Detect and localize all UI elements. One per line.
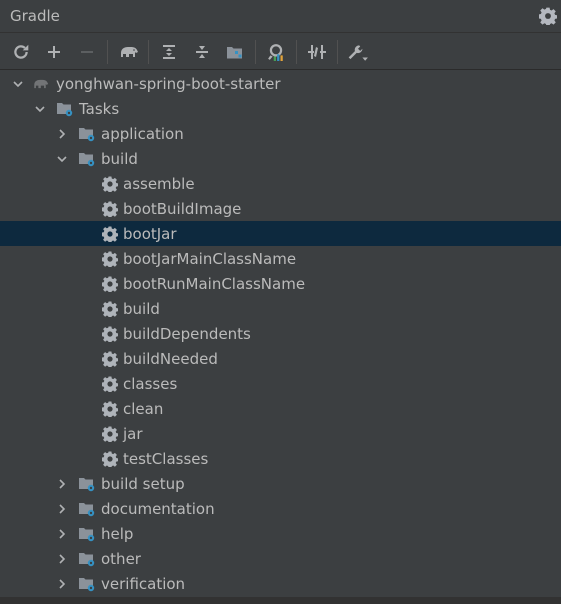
tree-node-task[interactable]: bootRunMainClassName	[0, 271, 561, 296]
gear-icon	[101, 275, 119, 293]
group-label: build setup	[101, 474, 185, 493]
gear-icon	[101, 450, 119, 468]
group-label: other	[101, 549, 141, 568]
group-label: build	[101, 149, 138, 168]
tool-window-header: Gradle	[0, 0, 561, 33]
minus-icon[interactable]	[74, 39, 100, 65]
task-label: testClasses	[123, 449, 209, 468]
tree-node-task[interactable]: clean	[0, 396, 561, 421]
chevron-right-icon[interactable]	[55, 552, 69, 566]
task-label: bootJar	[123, 224, 177, 243]
expand-all-icon[interactable]	[156, 39, 182, 65]
chevron-down-icon[interactable]	[55, 152, 69, 166]
toolbar-separator	[337, 39, 338, 64]
task-label: buildNeeded	[123, 349, 218, 368]
group-label: documentation	[101, 499, 215, 518]
tree-node-tasks[interactable]: Tasks	[0, 96, 561, 121]
chevron-right-icon[interactable]	[55, 502, 69, 516]
group-label: help	[101, 524, 134, 543]
tree-node-group[interactable]: verification	[0, 571, 561, 596]
chevron-right-icon[interactable]	[55, 477, 69, 491]
task-label: bootJarMainClassName	[123, 249, 297, 268]
task-label: classes	[123, 374, 178, 393]
tree-node-task[interactable]: bootBuildImage	[0, 196, 561, 221]
gear-icon	[101, 200, 119, 218]
gear-icon	[101, 400, 119, 418]
task-folder-icon	[78, 525, 96, 543]
task-folder-icon	[56, 100, 74, 118]
tree-node-group[interactable]: build setup	[0, 471, 561, 496]
gear-icon	[101, 425, 119, 443]
wrench-icon[interactable]	[345, 39, 371, 65]
analyze-icon[interactable]	[263, 39, 289, 65]
task-label: bootBuildImage	[123, 199, 242, 218]
offline-icon[interactable]	[304, 39, 330, 65]
group-label: application	[101, 124, 184, 143]
task-folder-icon	[78, 575, 96, 593]
tree-node-task[interactable]: classes	[0, 371, 561, 396]
tree-node-task[interactable]: jar	[0, 421, 561, 446]
gear-icon	[101, 225, 119, 243]
task-label: clean	[123, 399, 164, 418]
tree-node-task[interactable]: buildNeeded	[0, 346, 561, 371]
task-label: build	[123, 299, 160, 318]
gear-icon	[101, 300, 119, 318]
toolbar-separator	[107, 39, 108, 64]
gear-icon	[101, 175, 119, 193]
tool-window-title: Gradle	[10, 7, 60, 25]
gear-icon	[101, 350, 119, 368]
collapse-all-icon[interactable]	[189, 39, 215, 65]
tree-node-task-selected[interactable]: bootJar	[0, 221, 561, 246]
gear-icon	[101, 325, 119, 343]
task-label: bootRunMainClassName	[123, 274, 306, 293]
task-folder-icon	[78, 550, 96, 568]
settings-gear-icon[interactable]	[539, 7, 557, 25]
task-folder-icon	[78, 500, 96, 518]
tree-node-task[interactable]: assemble	[0, 171, 561, 196]
chevron-down-icon[interactable]	[33, 102, 47, 116]
gradle-tree: yonghwan-spring-boot-starter Tasks appli…	[0, 71, 561, 596]
toolbar-separator	[148, 39, 149, 64]
task-folder-icon	[78, 125, 96, 143]
gradle-elephant-icon	[31, 75, 49, 93]
plus-icon[interactable]	[41, 39, 67, 65]
gear-icon	[101, 375, 119, 393]
toolbar-separator	[296, 39, 297, 64]
tree-node-task[interactable]: bootJarMainClassName	[0, 246, 561, 271]
task-label: buildDependents	[123, 324, 251, 343]
gradle-toolbar	[0, 34, 561, 70]
tree-node-task[interactable]: buildDependents	[0, 321, 561, 346]
dependencies-icon[interactable]	[222, 39, 248, 65]
chevron-right-icon[interactable]	[55, 527, 69, 541]
task-label: jar	[123, 424, 143, 443]
tree-node-group[interactable]: build	[0, 146, 561, 171]
tasks-label: Tasks	[79, 99, 120, 118]
tree-node-group[interactable]: documentation	[0, 496, 561, 521]
project-label: yonghwan-spring-boot-starter	[56, 74, 281, 93]
gear-icon	[101, 250, 119, 268]
bottom-border	[0, 597, 561, 604]
tree-node-group[interactable]: application	[0, 121, 561, 146]
toolbar-separator	[255, 39, 256, 64]
chevron-down-icon[interactable]	[11, 77, 25, 91]
tree-node-task[interactable]: testClasses	[0, 446, 561, 471]
group-label: verification	[101, 574, 186, 593]
tree-node-group[interactable]: other	[0, 546, 561, 571]
task-folder-icon	[78, 475, 96, 493]
tree-node-group[interactable]: help	[0, 521, 561, 546]
chevron-right-icon[interactable]	[55, 127, 69, 141]
task-folder-icon	[78, 150, 96, 168]
refresh-icon[interactable]	[8, 39, 34, 65]
tree-node-project[interactable]: yonghwan-spring-boot-starter	[0, 71, 561, 96]
tree-node-task[interactable]: build	[0, 296, 561, 321]
elephant-icon[interactable]	[115, 39, 141, 65]
chevron-right-icon[interactable]	[55, 577, 69, 591]
task-label: assemble	[123, 174, 195, 193]
